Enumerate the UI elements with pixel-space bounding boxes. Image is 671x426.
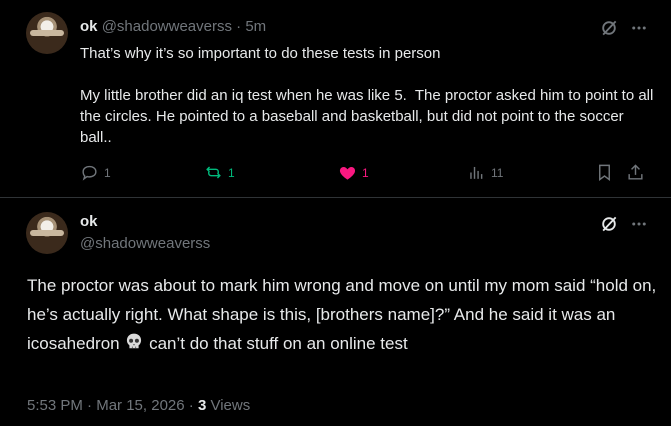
views-label: Views (210, 397, 251, 414)
tweet-text-paragraph2: My little brother did an iq test when he… (80, 87, 658, 146)
skull-icon (124, 332, 144, 361)
bookmark-icon (599, 164, 610, 182)
views-count: 3 (197, 397, 207, 414)
reply-icon (82, 165, 97, 181)
repost-icon (206, 166, 221, 179)
share-button[interactable] (626, 163, 645, 182)
tweet-text: That’s why it’s so important to do these… (80, 43, 655, 148)
tweet-text: The proctor was about to mark him wrong … (27, 271, 657, 361)
heart-icon (339, 166, 356, 180)
tweet-time[interactable]: 5:53 PM (27, 397, 83, 414)
views-button[interactable]: 11 (467, 163, 503, 182)
author-name[interactable]: ok (80, 213, 98, 230)
share-icon (628, 164, 643, 180)
views-count: 11 (491, 165, 504, 180)
tweet-text-part2: can’t do that stuff on an online test (144, 334, 408, 353)
repost-count: 1 (228, 165, 235, 180)
author-name[interactable]: ok (80, 18, 98, 35)
analytics-icon (470, 166, 483, 179)
like-count: 1 (362, 165, 369, 180)
reply-count: 1 (104, 165, 111, 180)
reply-tweet: ok @shadowweaverss · 5m That’s why it’s … (0, 0, 671, 197)
tweet-text-line1: That’s why it’s so important to do these… (80, 45, 441, 62)
like-button[interactable]: 1 (338, 163, 369, 182)
more-icon[interactable] (628, 213, 650, 235)
grok-icon[interactable] (598, 213, 620, 235)
tweet-meta: 5:53 PM · Mar 15, 2026 · 3 Views (27, 397, 251, 414)
header-separator: · (231, 18, 246, 35)
action-bar: 1 1 1 11 (80, 163, 655, 187)
avatar[interactable] (26, 212, 68, 254)
bookmark-button[interactable] (595, 163, 614, 182)
reply-button[interactable]: 1 (80, 163, 111, 182)
author-handle[interactable]: @shadowweaverss (80, 235, 210, 252)
tweet-time[interactable]: 5m (245, 18, 266, 35)
avatar[interactable] (26, 12, 68, 54)
repost-button[interactable]: 1 (204, 163, 235, 182)
author-handle[interactable]: @shadowweaverss (102, 18, 232, 35)
tweet-header: ok @shadowweaverss · 5m (80, 18, 266, 35)
divider (0, 197, 671, 198)
more-icon[interactable] (628, 17, 650, 39)
tweet-date[interactable]: Mar 15, 2026 (96, 397, 184, 414)
grok-icon[interactable] (598, 17, 620, 39)
